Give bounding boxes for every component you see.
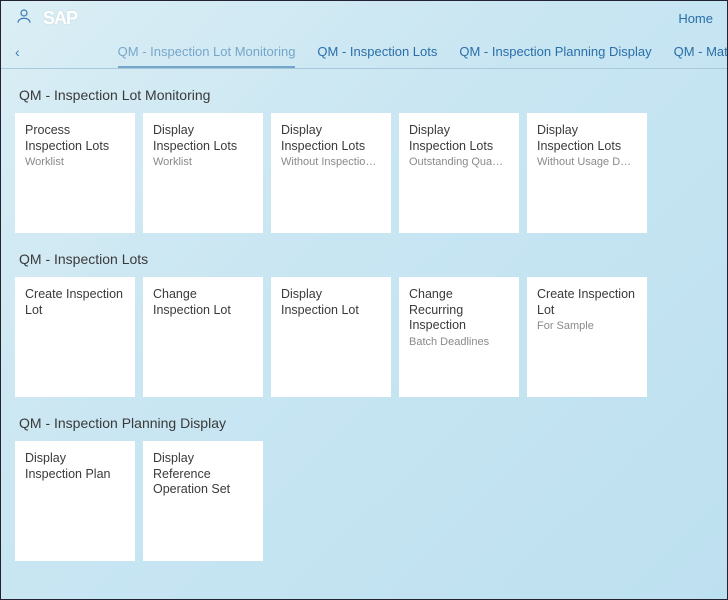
tile-title: Display Inspection Plan <box>25 451 125 482</box>
tile-title: Create Inspection Lot <box>25 287 125 318</box>
tile-display-inspection-lots-outstanding[interactable]: Display Inspection Lots Outstanding Quan… <box>399 113 519 233</box>
tile-display-reference-operation-set[interactable]: Display Reference Operation Set <box>143 441 263 561</box>
tile-change-recurring-inspection[interactable]: Change Recurring Inspection Batch Deadli… <box>399 277 519 397</box>
tile-create-inspection-lot[interactable]: Create Inspection Lot <box>15 277 135 397</box>
tile-title: Display Inspection Lots <box>537 123 637 154</box>
tile-title: Display Reference Operation Set <box>153 451 253 498</box>
tile-change-inspection-lot[interactable]: Change Inspection Lot <box>143 277 263 397</box>
tile-subtitle: Without Usage Decis… <box>537 156 637 168</box>
tile-subtitle: Batch Deadlines <box>409 336 509 348</box>
section-title: QM - Inspection Lot Monitoring <box>19 87 713 103</box>
user-icon[interactable] <box>15 7 33 30</box>
section-inspection-lot-monitoring: QM - Inspection Lot Monitoring Process I… <box>15 87 713 233</box>
tile-title: Change Inspection Lot <box>153 287 253 318</box>
tile-display-inspection-lots-worklist[interactable]: Display Inspection Lots Worklist <box>143 113 263 233</box>
section-inspection-planning-display: QM - Inspection Planning Display Display… <box>15 415 713 561</box>
anchor-inspection-lots[interactable]: QM - Inspection Lots <box>317 36 437 67</box>
tile-row: Create Inspection Lot Change Inspection … <box>15 277 713 397</box>
tile-process-inspection-lots[interactable]: Process Inspection Lots Worklist <box>15 113 135 233</box>
tile-subtitle: Outstanding Quantiti… <box>409 156 509 168</box>
tile-row: Display Inspection Plan Display Referenc… <box>15 441 713 561</box>
tile-title: Display Inspection Lots <box>409 123 509 154</box>
tile-display-inspection-plan[interactable]: Display Inspection Plan <box>15 441 135 561</box>
tile-row: Process Inspection Lots Worklist Display… <box>15 113 713 233</box>
home-link[interactable]: Home <box>678 11 713 26</box>
tile-display-inspection-lots-without-c[interactable]: Display Inspection Lots Without Inspecti… <box>271 113 391 233</box>
tile-title: Display Inspection Lot <box>281 287 381 318</box>
tile-display-inspection-lot[interactable]: Display Inspection Lot <box>271 277 391 397</box>
tile-subtitle: Worklist <box>25 156 125 168</box>
tile-display-inspection-lots-without-ud[interactable]: Display Inspection Lots Without Usage De… <box>527 113 647 233</box>
tile-subtitle: Worklist <box>153 156 253 168</box>
tile-title: Process Inspection Lots <box>25 123 125 154</box>
tile-subtitle: For Sample <box>537 320 637 332</box>
back-button[interactable]: ‹ <box>15 44 24 60</box>
tile-create-inspection-lot-sample[interactable]: Create Inspection Lot For Sample <box>527 277 647 397</box>
tile-title: Display Inspection Lots <box>281 123 381 154</box>
section-inspection-lots: QM - Inspection Lots Create Inspection L… <box>15 251 713 397</box>
anchor-inspection-lot-monitoring[interactable]: QM - Inspection Lot Monitoring <box>118 36 296 67</box>
anchor-material-s[interactable]: QM - Material S <box>674 36 727 67</box>
section-title: QM - Inspection Lots <box>19 251 713 267</box>
shell-header: SAP Home <box>1 1 727 35</box>
tile-title: Create Inspection Lot <box>537 287 637 318</box>
tile-title: Change Recurring Inspection <box>409 287 509 334</box>
launchpad-content: QM - Inspection Lot Monitoring Process I… <box>1 69 727 593</box>
section-title: QM - Inspection Planning Display <box>19 415 713 431</box>
logo-text: SAP <box>43 8 77 28</box>
tile-subtitle: Without Inspection C… <box>281 156 381 168</box>
sap-logo: SAP <box>43 8 77 29</box>
anchor-bar: ‹ QM - Inspection Lot Monitoring QM - In… <box>1 35 727 69</box>
tile-title: Display Inspection Lots <box>153 123 253 154</box>
anchor-inspection-planning-display[interactable]: QM - Inspection Planning Display <box>459 36 651 67</box>
